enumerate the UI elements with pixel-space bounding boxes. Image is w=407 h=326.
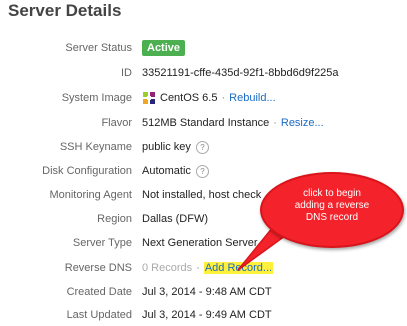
row-system-image: System Image CentOS 6.5 · Rebuild... <box>0 87 407 109</box>
disk-configuration-text: Automatic <box>142 165 191 177</box>
label-id: ID <box>121 67 132 79</box>
ssh-keyname-text: public key <box>142 141 191 153</box>
label-last-updated: Last Updated <box>66 309 132 321</box>
row-reverse-dns: Reverse DNS 0 Records · Add Record... <box>0 257 407 279</box>
status-value: Active <box>142 37 186 59</box>
status-badge: Active <box>142 40 186 57</box>
callout-line: click to begin <box>303 188 361 199</box>
last-updated-value: Jul 3, 2014 - 9:49 AM CDT <box>142 309 272 321</box>
monitoring-agent-value: Not installed, host check <box>142 189 262 201</box>
row-flavor: Flavor 512MB Standard Instance · Resize... <box>0 112 407 134</box>
reverse-dns-count: 0 Records <box>142 262 193 274</box>
row-id: ID 33521191-cffe-435d-92f1-8bbd6d9f225a <box>0 62 407 84</box>
label-flavor: Flavor <box>101 117 132 129</box>
row-server-status: Server Status Active <box>0 37 407 59</box>
row-created-date: Created Date Jul 3, 2014 - 9:48 AM CDT <box>0 281 407 303</box>
label-disk-configuration: Disk Configuration <box>42 165 132 177</box>
label-ssh-keyname: SSH Keyname <box>59 141 132 153</box>
label-server-status: Server Status <box>65 42 132 54</box>
label-created-date: Created Date <box>66 286 132 298</box>
rebuild-link[interactable]: Rebuild... <box>229 92 275 104</box>
system-image-value: CentOS 6.5 · Rebuild... <box>142 87 276 109</box>
help-icon[interactable]: ? <box>195 140 209 154</box>
label-region: Region <box>97 213 132 225</box>
centos-icon <box>142 91 156 105</box>
created-date-value: Jul 3, 2014 - 9:48 AM CDT <box>142 286 272 298</box>
help-icon[interactable]: ? <box>195 164 209 178</box>
row-last-updated: Last Updated Jul 3, 2014 - 9:49 AM CDT <box>0 304 407 326</box>
annotation-callout: click to begin adding a reverse DNS reco… <box>260 172 404 248</box>
resize-link[interactable]: Resize... <box>281 117 324 129</box>
callout-line: DNS record <box>305 212 359 223</box>
page-title: Server Details <box>8 1 122 20</box>
id-value: 33521191-cffe-435d-92f1-8bbd6d9f225a <box>142 67 339 79</box>
separator: · <box>273 117 277 129</box>
region-value: Dallas (DFW) <box>142 213 208 225</box>
flavor-text: 512MB Standard Instance <box>142 117 270 129</box>
separator: · <box>196 262 200 274</box>
system-image-text: CentOS 6.5 <box>160 92 218 104</box>
label-monitoring-agent: Monitoring Agent <box>49 189 132 201</box>
ssh-keyname-value: public key? <box>142 136 209 158</box>
disk-configuration-value: Automatic? <box>142 160 209 182</box>
label-system-image: System Image <box>61 92 132 104</box>
separator: · <box>221 92 226 104</box>
flavor-value: 512MB Standard Instance · Resize... <box>142 112 324 134</box>
row-ssh-keyname: SSH Keyname public key? <box>0 136 407 158</box>
label-reverse-dns: Reverse DNS <box>64 262 132 274</box>
label-server-type: Server Type <box>72 237 132 249</box>
callout-line: adding a reverse <box>294 200 370 211</box>
